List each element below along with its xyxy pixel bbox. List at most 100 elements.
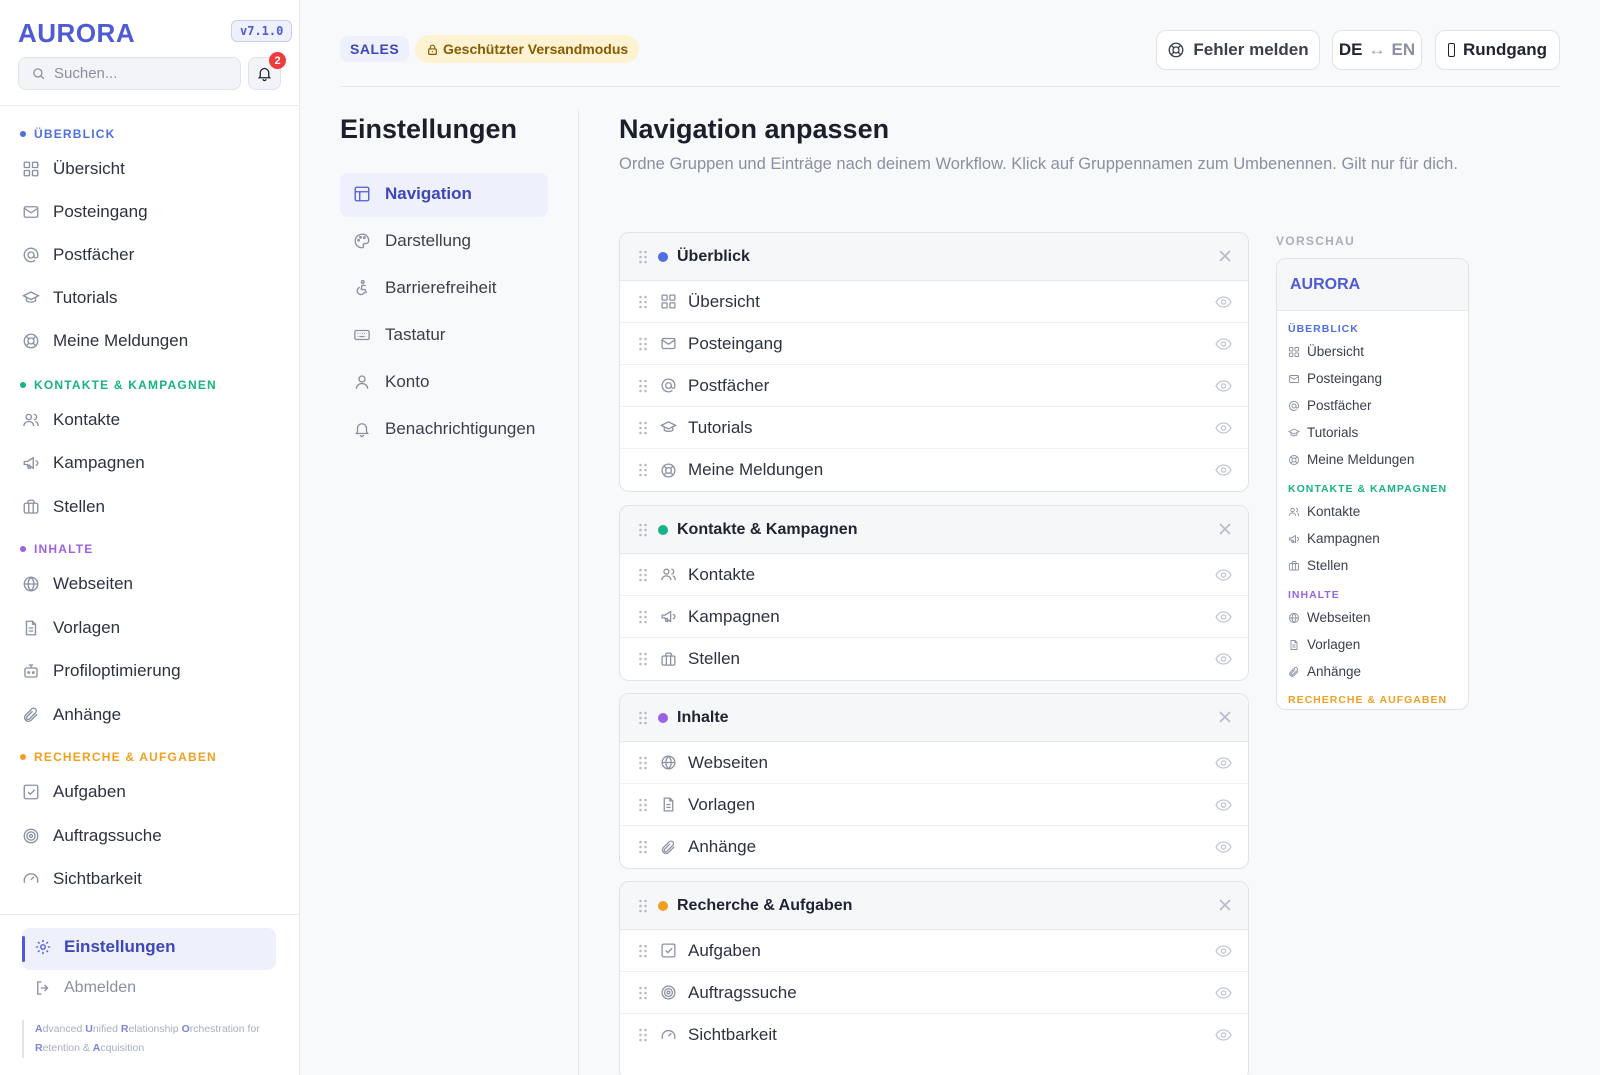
drag-handle-icon[interactable] <box>638 379 648 393</box>
group-name[interactable]: Inhalte <box>677 709 729 727</box>
drag-handle-icon[interactable] <box>638 840 648 854</box>
drag-handle-icon[interactable] <box>638 798 648 812</box>
preview-item: Webseiten <box>1288 610 1371 625</box>
eye-icon[interactable] <box>1215 986 1232 1000</box>
lifebuoy-icon <box>660 462 677 479</box>
group-dot <box>20 754 26 760</box>
drag-handle-icon[interactable] <box>638 523 648 537</box>
drag-handle-icon[interactable] <box>638 568 648 582</box>
preview-group-label: KONTAKTE & KAMPAGNEN <box>1288 483 1448 495</box>
eye-icon[interactable] <box>1215 337 1232 351</box>
paperclip-icon <box>660 839 677 856</box>
group-color-dot <box>658 524 668 535</box>
sales-badge: SALES <box>340 36 410 62</box>
group-header: Kontakte & Kampagnen <box>620 506 1248 554</box>
paperclip-icon <box>1288 666 1300 678</box>
report-bug-button[interactable]: Fehler melden <box>1156 30 1320 70</box>
drag-handle-icon[interactable] <box>638 652 648 666</box>
sidebar-item-auftragssuche[interactable]: Auftragssuche <box>22 824 162 848</box>
eye-icon[interactable] <box>1215 610 1232 624</box>
search-icon <box>31 66 46 81</box>
drag-handle-icon[interactable] <box>638 899 648 913</box>
sidebar-item-vorlagen[interactable]: Vorlagen <box>22 616 120 640</box>
eye-icon[interactable] <box>1215 652 1232 666</box>
sidebar-item-postfaecher[interactable]: Postfächer <box>22 243 134 267</box>
sidebar-item-kampagnen[interactable]: Kampagnen <box>22 451 145 475</box>
mail-icon <box>1288 373 1300 385</box>
preview-brand: AURORA <box>1277 259 1468 311</box>
drag-handle-icon[interactable] <box>638 250 648 264</box>
language-toggle[interactable]: DE ↔ EN <box>1332 30 1422 70</box>
settings-tab-tastatur[interactable]: Tastatur <box>353 325 445 345</box>
settings-tab-navigation[interactable]: Navigation <box>353 184 472 204</box>
sidebar-item-profiloptimierung[interactable]: Profiloptimierung <box>22 659 181 683</box>
sidebar-group-inhalte[interactable]: INHALTE <box>20 542 94 556</box>
sidebar-item-meine-meldungen[interactable]: Meine Meldungen <box>22 329 188 353</box>
sidebar-item-einstellungen[interactable]: Einstellungen <box>34 937 175 957</box>
protected-mode-badge[interactable]: Geschützter Versandmodus <box>415 35 640 63</box>
page-title: Navigation anpassen <box>619 114 890 144</box>
eye-icon[interactable] <box>1215 944 1232 958</box>
close-icon[interactable] <box>1218 898 1232 912</box>
drag-handle-icon[interactable] <box>638 1028 648 1042</box>
close-icon[interactable] <box>1218 710 1232 724</box>
notifications-button[interactable]: 2 <box>248 52 286 90</box>
tour-icon <box>1447 43 1455 57</box>
lifebuoy-icon <box>22 332 40 350</box>
sidebar-group-recherche[interactable]: RECHERCHE & AUFGABEN <box>20 750 217 764</box>
search-input[interactable]: Suchen... <box>18 57 241 90</box>
sidebar-item-anhaenge[interactable]: Anhänge <box>22 703 121 727</box>
sidebar-group-ueberblick[interactable]: ÜBERBLICK <box>20 127 115 141</box>
eye-icon[interactable] <box>1215 798 1232 812</box>
close-icon[interactable] <box>1218 249 1232 263</box>
mail-icon <box>660 335 677 352</box>
sidebar-item-webseiten[interactable]: Webseiten <box>22 572 133 596</box>
sidebar-item-uebersicht[interactable]: Übersicht <box>22 157 125 181</box>
eye-icon[interactable] <box>1215 756 1232 770</box>
brand-logo[interactable]: AURORA <box>18 18 135 49</box>
group-name[interactable]: Kontakte & Kampagnen <box>677 521 857 539</box>
nav-group-card-ueberblick: Überblick Übersicht Posteingang Postfäch… <box>619 232 1249 492</box>
sidebar-item-tutorials[interactable]: Tutorials <box>22 286 118 310</box>
target-icon <box>22 827 40 845</box>
sidebar-item-kontakte[interactable]: Kontakte <box>22 408 120 432</box>
eye-icon[interactable] <box>1215 463 1232 477</box>
sidebar-group-kontakte[interactable]: KONTAKTE & KAMPAGNEN <box>20 378 217 392</box>
drag-handle-icon[interactable] <box>638 944 648 958</box>
logout-button[interactable]: Abmelden <box>34 979 136 997</box>
drag-handle-icon[interactable] <box>638 421 648 435</box>
accessibility-icon <box>353 279 371 297</box>
drag-handle-icon[interactable] <box>638 986 648 1000</box>
eye-icon[interactable] <box>1215 379 1232 393</box>
settings-tab-konto[interactable]: Konto <box>353 372 429 392</box>
sidebar-item-stellen[interactable]: Stellen <box>22 495 105 519</box>
sidebar-item-sichtbarkeit[interactable]: Sichtbarkeit <box>22 867 142 891</box>
nav-entry-row: Kontakte <box>620 554 1248 596</box>
drag-handle-icon[interactable] <box>638 711 648 725</box>
tour-button[interactable]: Rundgang <box>1435 30 1560 70</box>
sidebar-item-posteingang[interactable]: Posteingang <box>22 200 148 224</box>
close-icon[interactable] <box>1218 522 1232 536</box>
briefcase-icon <box>1288 560 1300 572</box>
eye-icon[interactable] <box>1215 295 1232 309</box>
group-name[interactable]: Recherche & Aufgaben <box>677 897 852 915</box>
nav-entry-row: Anhänge <box>620 826 1248 868</box>
eye-icon[interactable] <box>1215 1028 1232 1042</box>
checkbox-icon <box>22 783 40 801</box>
nav-entry-row: Sichtbarkeit <box>620 1014 1248 1056</box>
group-name[interactable]: Überblick <box>677 248 750 266</box>
settings-tab-darstellung[interactable]: Darstellung <box>353 231 471 251</box>
drag-handle-icon[interactable] <box>638 610 648 624</box>
bot-icon <box>22 662 40 680</box>
settings-tab-barrierefreiheit[interactable]: Barrierefreiheit <box>353 278 497 298</box>
drag-handle-icon[interactable] <box>638 756 648 770</box>
sidebar-item-aufgaben[interactable]: Aufgaben <box>22 780 126 804</box>
eye-icon[interactable] <box>1215 840 1232 854</box>
drag-handle-icon[interactable] <box>638 337 648 351</box>
eye-icon[interactable] <box>1215 421 1232 435</box>
briefcase-icon <box>660 651 677 668</box>
drag-handle-icon[interactable] <box>638 463 648 477</box>
eye-icon[interactable] <box>1215 568 1232 582</box>
drag-handle-icon[interactable] <box>638 295 648 309</box>
settings-tab-benachrichtigungen[interactable]: Benachrichtigungen <box>353 419 535 439</box>
